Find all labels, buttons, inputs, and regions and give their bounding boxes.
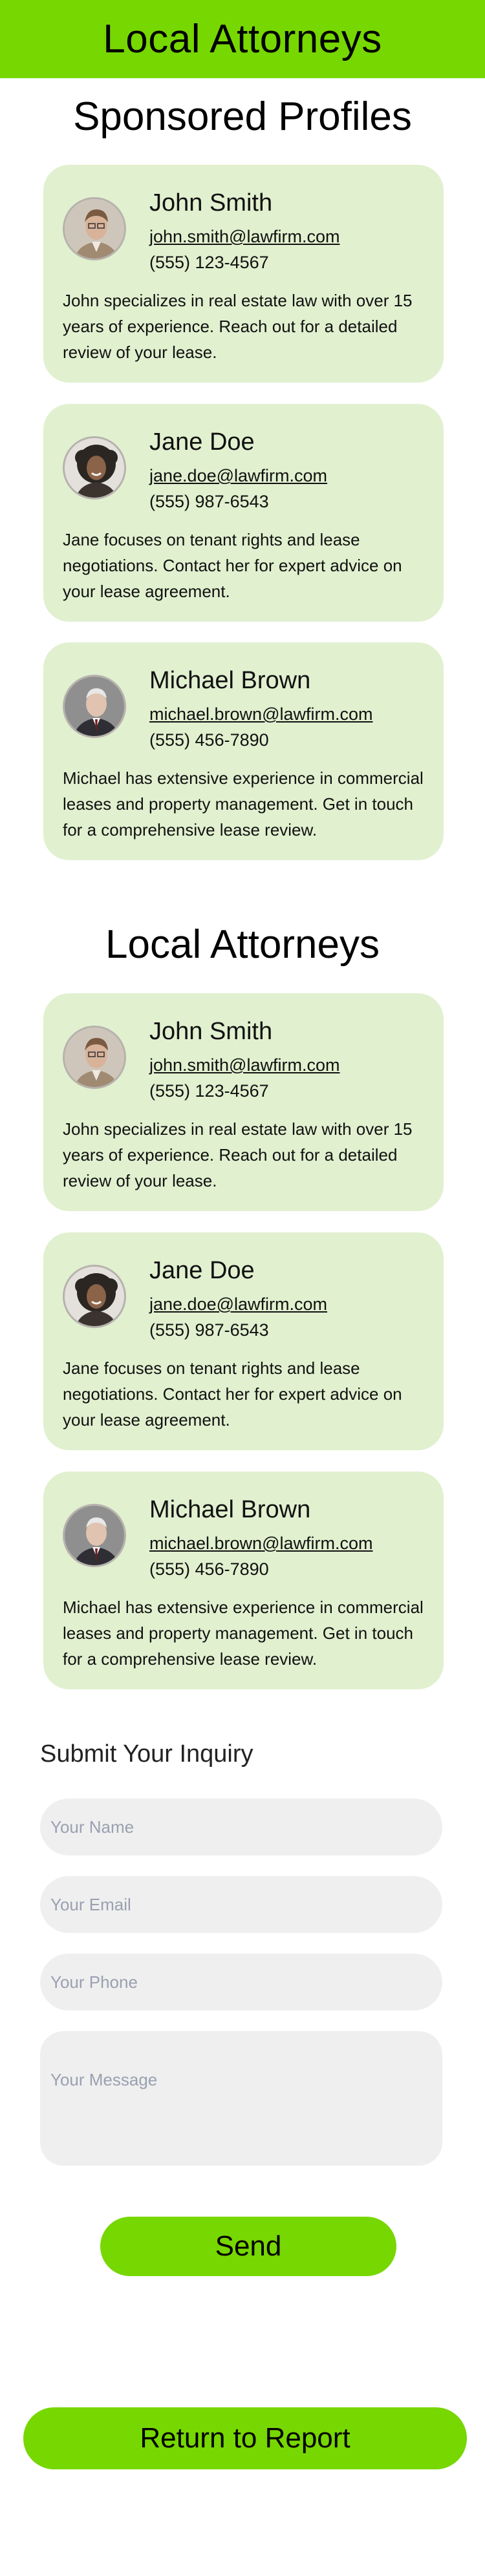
name-input[interactable] xyxy=(40,1799,442,1855)
attorney-name: John Smith xyxy=(149,1018,273,1045)
attorney-phone: (555) 123-4567 xyxy=(149,1081,269,1101)
email-input[interactable] xyxy=(40,1876,442,1933)
inquiry-form-title: Submit Your Inquiry xyxy=(40,1740,253,1768)
attorney-name: Jane Doe xyxy=(149,428,255,456)
attorney-description: Jane focuses on tenant rights and lease … xyxy=(63,1358,402,1430)
top-bar: Local Attorneys xyxy=(0,0,485,78)
attorney-card: Michael Brown michael.brown@lawfirm.com … xyxy=(43,1472,444,1689)
attorney-email-link[interactable]: john.smith@lawfirm.com xyxy=(149,227,339,247)
attorney-email-link[interactable]: john.smith@lawfirm.com xyxy=(149,1055,339,1075)
attorney-card: Jane Doe jane.doe@lawfirm.com (555) 987-… xyxy=(43,404,444,622)
page-title: Local Attorneys xyxy=(103,17,382,61)
attorney-phone: (555) 123-4567 xyxy=(149,253,269,272)
attorney-phone: (555) 456-7890 xyxy=(149,730,269,750)
attorney-card: Michael Brown michael.brown@lawfirm.com … xyxy=(43,642,444,860)
attorney-description: John specializes in real estate law with… xyxy=(63,291,413,362)
attorney-phone: (555) 456-7890 xyxy=(149,1559,269,1579)
attorney-description: John specializes in real estate law with… xyxy=(63,1119,413,1190)
attorney-email-link[interactable]: jane.doe@lawfirm.com xyxy=(149,1294,327,1314)
attorney-name: John Smith xyxy=(149,189,273,216)
attorney-avatar xyxy=(63,1504,126,1567)
attorney-avatar xyxy=(63,197,126,260)
attorney-phone: (555) 987-6543 xyxy=(149,492,269,511)
attorney-name: Michael Brown xyxy=(149,667,311,694)
attorney-description: Jane focuses on tenant rights and lease … xyxy=(63,530,402,601)
attorney-avatar xyxy=(63,1265,126,1328)
attorney-avatar xyxy=(63,675,126,738)
attorney-email-link[interactable]: jane.doe@lawfirm.com xyxy=(149,466,327,486)
attorney-card: John Smith john.smith@lawfirm.com (555) … xyxy=(43,993,444,1211)
return-to-report-button[interactable]: Return to Report xyxy=(23,2407,467,2469)
phone-input[interactable] xyxy=(40,1954,442,2011)
message-input[interactable] xyxy=(40,2031,442,2166)
attorney-avatar xyxy=(63,1026,126,1089)
attorney-name: Michael Brown xyxy=(149,1496,311,1523)
attorney-card: John Smith john.smith@lawfirm.com (555) … xyxy=(43,165,444,383)
attorney-email-link[interactable]: michael.brown@lawfirm.com xyxy=(149,1534,373,1554)
attorney-card: Jane Doe jane.doe@lawfirm.com (555) 987-… xyxy=(43,1232,444,1450)
send-button[interactable]: Send xyxy=(100,2217,396,2276)
attorney-description: Michael has extensive experience in comm… xyxy=(63,1598,424,1669)
attorney-description: Michael has extensive experience in comm… xyxy=(63,768,424,839)
local-attorneys-heading: Local Attorneys xyxy=(105,922,380,967)
attorney-email-link[interactable]: michael.brown@lawfirm.com xyxy=(149,704,373,724)
attorney-avatar xyxy=(63,436,126,500)
attorney-name: Jane Doe xyxy=(149,1257,255,1284)
attorney-phone: (555) 987-6543 xyxy=(149,1320,269,1340)
sponsored-profiles-heading: Sponsored Profiles xyxy=(73,94,412,139)
